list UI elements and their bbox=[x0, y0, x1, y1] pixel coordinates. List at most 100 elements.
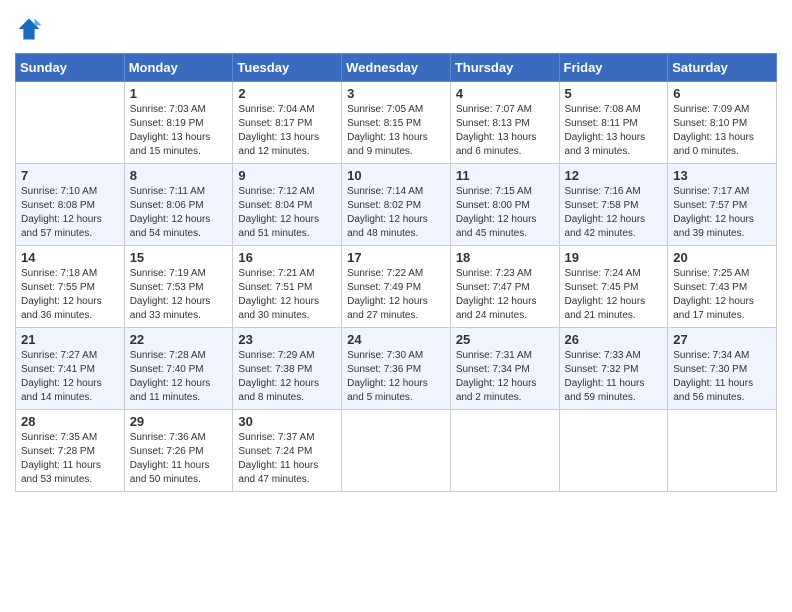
calendar-cell: 21 Sunrise: 7:27 AM Sunset: 7:41 PM Dayli… bbox=[16, 328, 125, 410]
day-info: Sunrise: 7:24 AM Sunset: 7:45 PM Dayligh… bbox=[565, 267, 663, 323]
day-info: Sunrise: 7:03 AM Sunset: 8:19 PM Dayligh… bbox=[130, 103, 228, 159]
calendar-cell: 25 Sunrise: 7:31 AM Sunset: 7:34 PM Dayli… bbox=[450, 328, 559, 410]
calendar-header-row: SundayMondayTuesdayWednesdayThursdayFrid… bbox=[16, 54, 777, 82]
day-info: Sunrise: 7:14 AM Sunset: 8:02 PM Dayligh… bbox=[347, 185, 445, 241]
calendar-cell: 26 Sunrise: 7:33 AM Sunset: 7:32 PM Dayli… bbox=[559, 328, 668, 410]
calendar-cell: 19 Sunrise: 7:24 AM Sunset: 7:45 PM Dayli… bbox=[559, 246, 668, 328]
day-number: 8 bbox=[130, 168, 228, 183]
day-number: 25 bbox=[456, 332, 554, 347]
calendar-cell bbox=[668, 410, 777, 492]
calendar-cell: 4 Sunrise: 7:07 AM Sunset: 8:13 PM Daylig… bbox=[450, 82, 559, 164]
day-number: 29 bbox=[130, 414, 228, 429]
day-info: Sunrise: 7:29 AM Sunset: 7:38 PM Dayligh… bbox=[238, 349, 336, 405]
day-number: 5 bbox=[565, 86, 663, 101]
day-info: Sunrise: 7:05 AM Sunset: 8:15 PM Dayligh… bbox=[347, 103, 445, 159]
calendar-cell: 18 Sunrise: 7:23 AM Sunset: 7:47 PM Dayli… bbox=[450, 246, 559, 328]
calendar-cell: 28Sunrise: 7:35 AM Sunset: 7:28 PM Dayli… bbox=[16, 410, 125, 492]
day-info: Sunrise: 7:12 AM Sunset: 8:04 PM Dayligh… bbox=[238, 185, 336, 241]
calendar-cell: 10 Sunrise: 7:14 AM Sunset: 8:02 PM Dayli… bbox=[342, 164, 451, 246]
logo bbox=[15, 15, 47, 43]
day-info: Sunrise: 7:31 AM Sunset: 7:34 PM Dayligh… bbox=[456, 349, 554, 405]
calendar-cell bbox=[559, 410, 668, 492]
col-header-sunday: Sunday bbox=[16, 54, 125, 82]
day-info: Sunrise: 7:37 AM Sunset: 7:24 PM Dayligh… bbox=[238, 431, 336, 487]
calendar-cell: 20 Sunrise: 7:25 AM Sunset: 7:43 PM Dayli… bbox=[668, 246, 777, 328]
day-number: 4 bbox=[456, 86, 554, 101]
calendar-week-row: 14Sunrise: 7:18 AM Sunset: 7:55 PM Dayli… bbox=[16, 246, 777, 328]
day-number: 17 bbox=[347, 250, 445, 265]
day-info: Sunrise: 7:21 AM Sunset: 7:51 PM Dayligh… bbox=[238, 267, 336, 323]
day-info: Sunrise: 7:25 AM Sunset: 7:43 PM Dayligh… bbox=[673, 267, 771, 323]
calendar-cell: 9 Sunrise: 7:12 AM Sunset: 8:04 PM Daylig… bbox=[233, 164, 342, 246]
day-number: 21 bbox=[21, 332, 119, 347]
calendar-cell: 7 Sunrise: 7:10 AM Sunset: 8:08 PM Daylig… bbox=[16, 164, 125, 246]
day-number: 27 bbox=[673, 332, 771, 347]
day-number: 18 bbox=[456, 250, 554, 265]
calendar-cell: 17Sunrise: 7:22 AM Sunset: 7:49 PM Dayli… bbox=[342, 246, 451, 328]
calendar-cell: 16 Sunrise: 7:21 AM Sunset: 7:51 PM Dayli… bbox=[233, 246, 342, 328]
day-number: 10 bbox=[347, 168, 445, 183]
calendar-week-row: 28Sunrise: 7:35 AM Sunset: 7:28 PM Dayli… bbox=[16, 410, 777, 492]
col-header-saturday: Saturday bbox=[668, 54, 777, 82]
day-number: 23 bbox=[238, 332, 336, 347]
day-number: 2 bbox=[238, 86, 336, 101]
day-info: Sunrise: 7:27 AM Sunset: 7:41 PM Dayligh… bbox=[21, 349, 119, 405]
logo-icon bbox=[15, 15, 43, 43]
day-info: Sunrise: 7:09 AM Sunset: 8:10 PM Dayligh… bbox=[673, 103, 771, 159]
calendar-cell: 2 Sunrise: 7:04 AM Sunset: 8:17 PM Daylig… bbox=[233, 82, 342, 164]
day-info: Sunrise: 7:36 AM Sunset: 7:26 PM Dayligh… bbox=[130, 431, 228, 487]
day-info: Sunrise: 7:10 AM Sunset: 8:08 PM Dayligh… bbox=[21, 185, 119, 241]
day-number: 30 bbox=[238, 414, 336, 429]
calendar-week-row: 1 Sunrise: 7:03 AM Sunset: 8:19 PM Daylig… bbox=[16, 82, 777, 164]
day-info: Sunrise: 7:16 AM Sunset: 7:58 PM Dayligh… bbox=[565, 185, 663, 241]
day-info: Sunrise: 7:28 AM Sunset: 7:40 PM Dayligh… bbox=[130, 349, 228, 405]
day-number: 24 bbox=[347, 332, 445, 347]
col-header-friday: Friday bbox=[559, 54, 668, 82]
day-number: 20 bbox=[673, 250, 771, 265]
calendar-cell bbox=[342, 410, 451, 492]
calendar-cell: 14Sunrise: 7:18 AM Sunset: 7:55 PM Dayli… bbox=[16, 246, 125, 328]
day-number: 19 bbox=[565, 250, 663, 265]
calendar-cell: 29 Sunrise: 7:36 AM Sunset: 7:26 PM Dayli… bbox=[124, 410, 233, 492]
col-header-thursday: Thursday bbox=[450, 54, 559, 82]
calendar-cell: 6 Sunrise: 7:09 AM Sunset: 8:10 PM Daylig… bbox=[668, 82, 777, 164]
calendar-cell: 15Sunrise: 7:19 AM Sunset: 7:53 PM Dayli… bbox=[124, 246, 233, 328]
page-header bbox=[15, 15, 777, 43]
day-info: Sunrise: 7:15 AM Sunset: 8:00 PM Dayligh… bbox=[456, 185, 554, 241]
day-number: 26 bbox=[565, 332, 663, 347]
day-info: Sunrise: 7:34 AM Sunset: 7:30 PM Dayligh… bbox=[673, 349, 771, 405]
day-info: Sunrise: 7:08 AM Sunset: 8:11 PM Dayligh… bbox=[565, 103, 663, 159]
day-info: Sunrise: 7:18 AM Sunset: 7:55 PM Dayligh… bbox=[21, 267, 119, 323]
calendar-cell: 23 Sunrise: 7:29 AM Sunset: 7:38 PM Dayli… bbox=[233, 328, 342, 410]
calendar-cell bbox=[16, 82, 125, 164]
calendar-cell: 1 Sunrise: 7:03 AM Sunset: 8:19 PM Daylig… bbox=[124, 82, 233, 164]
day-info: Sunrise: 7:04 AM Sunset: 8:17 PM Dayligh… bbox=[238, 103, 336, 159]
col-header-wednesday: Wednesday bbox=[342, 54, 451, 82]
day-number: 22 bbox=[130, 332, 228, 347]
day-info: Sunrise: 7:11 AM Sunset: 8:06 PM Dayligh… bbox=[130, 185, 228, 241]
day-info: Sunrise: 7:19 AM Sunset: 7:53 PM Dayligh… bbox=[130, 267, 228, 323]
calendar-cell: 5 Sunrise: 7:08 AM Sunset: 8:11 PM Daylig… bbox=[559, 82, 668, 164]
col-header-monday: Monday bbox=[124, 54, 233, 82]
day-number: 1 bbox=[130, 86, 228, 101]
day-number: 12 bbox=[565, 168, 663, 183]
calendar-cell: 8 Sunrise: 7:11 AM Sunset: 8:06 PM Daylig… bbox=[124, 164, 233, 246]
day-info: Sunrise: 7:17 AM Sunset: 7:57 PM Dayligh… bbox=[673, 185, 771, 241]
day-number: 7 bbox=[21, 168, 119, 183]
day-number: 16 bbox=[238, 250, 336, 265]
calendar-cell: 27 Sunrise: 7:34 AM Sunset: 7:30 PM Dayli… bbox=[668, 328, 777, 410]
day-info: Sunrise: 7:33 AM Sunset: 7:32 PM Dayligh… bbox=[565, 349, 663, 405]
day-number: 6 bbox=[673, 86, 771, 101]
day-info: Sunrise: 7:07 AM Sunset: 8:13 PM Dayligh… bbox=[456, 103, 554, 159]
calendar-cell: 11 Sunrise: 7:15 AM Sunset: 8:00 PM Dayli… bbox=[450, 164, 559, 246]
day-number: 11 bbox=[456, 168, 554, 183]
day-number: 9 bbox=[238, 168, 336, 183]
calendar-cell: 12 Sunrise: 7:16 AM Sunset: 7:58 PM Dayli… bbox=[559, 164, 668, 246]
calendar-cell bbox=[450, 410, 559, 492]
day-info: Sunrise: 7:23 AM Sunset: 7:47 PM Dayligh… bbox=[456, 267, 554, 323]
day-number: 13 bbox=[673, 168, 771, 183]
calendar-table: SundayMondayTuesdayWednesdayThursdayFrid… bbox=[15, 53, 777, 492]
calendar-cell: 30 Sunrise: 7:37 AM Sunset: 7:24 PM Dayli… bbox=[233, 410, 342, 492]
calendar-cell: 3Sunrise: 7:05 AM Sunset: 8:15 PM Daylig… bbox=[342, 82, 451, 164]
day-info: Sunrise: 7:35 AM Sunset: 7:28 PM Dayligh… bbox=[21, 431, 119, 487]
